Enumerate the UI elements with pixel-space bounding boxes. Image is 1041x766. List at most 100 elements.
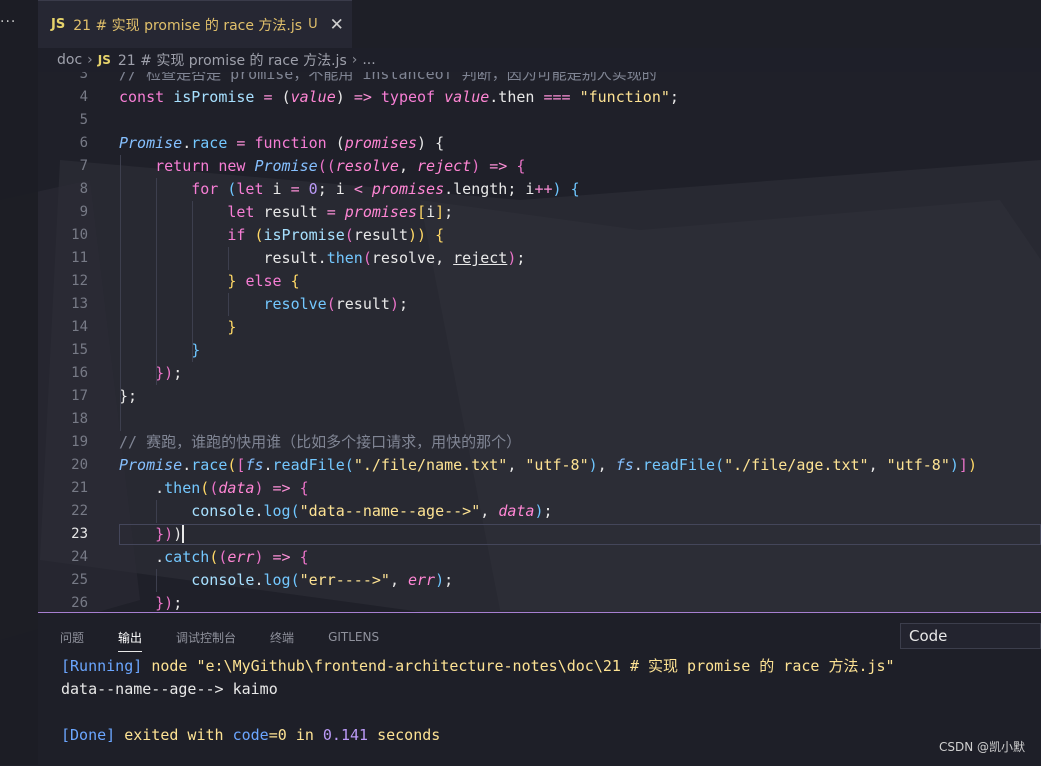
panel-tab[interactable]: GITLENS	[328, 630, 379, 644]
code-token: ,	[480, 502, 499, 520]
code-token: .	[254, 502, 264, 520]
code-line[interactable]: 11 result.then(resolve, reject);	[38, 247, 1041, 270]
code-text: for (let i = 0; i < promises.length; i++…	[119, 178, 580, 201]
code-line[interactable]: 24 .catch((err) => {	[38, 546, 1041, 569]
indent-guide	[228, 293, 230, 316]
code-token: let	[119, 203, 255, 221]
breadcrumb-symbols[interactable]: ...	[362, 52, 375, 68]
code-line[interactable]: 16 });	[38, 362, 1041, 385]
code-token: "utf-8"	[886, 456, 950, 474]
code-line[interactable]: 9 let result = promises[i];	[38, 201, 1041, 224]
done-tag: [Done]	[61, 726, 116, 744]
code-token: ;	[669, 88, 679, 106]
editor-tab-active[interactable]: JS 21 # 实现 promise 的 race 方法.js U ✕	[38, 0, 352, 48]
code-token: =	[290, 180, 300, 198]
code-line[interactable]: 21 .then((data) => {	[38, 477, 1041, 500]
code-token: ]	[958, 456, 968, 474]
code-token: i	[426, 203, 436, 221]
code-line[interactable]: 20 Promise.race([fs.readFile("./file/name…	[38, 454, 1041, 477]
running-tag: [Running]	[61, 657, 143, 675]
code-token: (	[209, 548, 219, 566]
panel-tab[interactable]: 调试控制台	[176, 629, 236, 646]
code-line[interactable]: 18	[38, 408, 1041, 431]
code-token: ;	[444, 571, 454, 589]
panel-tab[interactable]: 终端	[270, 629, 294, 646]
code-line[interactable]: 15 }	[38, 339, 1041, 362]
code-token: "./file/name.txt"	[353, 456, 508, 474]
code-text: Promise.race([fs.readFile("./file/name.t…	[119, 454, 977, 477]
code-line[interactable]: 25 console.log("err---->", err);	[38, 569, 1041, 592]
breadcrumb-folder[interactable]: doc	[57, 52, 82, 68]
code-token: data	[218, 479, 255, 497]
close-icon[interactable]: ✕	[330, 15, 344, 35]
line-number: 10	[71, 227, 88, 243]
panel-tab[interactable]: 输出	[118, 629, 143, 652]
code-token: ; i	[317, 180, 354, 198]
code-token: (	[344, 456, 354, 474]
code-token: {	[516, 157, 526, 175]
code-token: ;	[173, 594, 183, 612]
code-token: (	[344, 226, 354, 244]
chevron-right-icon: ›	[351, 52, 358, 68]
more-actions-icon[interactable]: ...	[0, 10, 16, 26]
code-text: };	[119, 385, 137, 408]
code-line[interactable]: 10 if (isPromise(result)) {	[38, 224, 1041, 247]
code-text: .then((data) => {	[119, 477, 309, 500]
chevron-right-icon: ›	[87, 52, 93, 68]
code-line[interactable]: 26 });	[38, 592, 1041, 612]
indent-guide	[156, 569, 158, 592]
code-line[interactable]: 14 }	[38, 316, 1041, 339]
exit-code-key: code	[232, 726, 269, 744]
code-token: .	[182, 456, 192, 474]
code-text: // 赛跑，谁跑的快用谁（比如多个接口请求，用快的那个）	[119, 431, 521, 454]
code-token: {	[570, 180, 580, 198]
code-line[interactable]: 7 return new Promise((resolve, reject) =…	[38, 155, 1041, 178]
panel-tab[interactable]: 问题	[60, 629, 84, 646]
code-token: ))	[408, 226, 427, 244]
code-token: )	[335, 88, 345, 106]
code-token: )	[254, 479, 264, 497]
indent-guide	[156, 500, 158, 523]
code-line[interactable]: 12 } else {	[38, 270, 1041, 293]
code-token: "function"	[579, 88, 670, 106]
code-line[interactable]: 19 // 赛跑，谁跑的快用谁（比如多个接口请求，用快的那个）	[38, 431, 1041, 454]
code-line[interactable]: 8 for (let i = 0; i < promises.length; i…	[38, 178, 1041, 201]
code-token: result.	[119, 249, 327, 267]
code-line[interactable]: 22 console.log("data--name--age-->", dat…	[38, 500, 1041, 523]
line-number: 26	[71, 595, 88, 611]
code-line[interactable]: 4 const isPromise = (value) => typeof val…	[38, 86, 1041, 109]
code-token: ,	[868, 456, 887, 474]
code-text: } else {	[119, 270, 299, 293]
code-text: if (isPromise(result)) {	[119, 224, 444, 247]
code-token: promises	[371, 180, 445, 198]
code-token: resolve,	[371, 249, 454, 267]
code-line[interactable]: 5	[38, 109, 1041, 132]
code-token: for	[119, 180, 219, 198]
line-number: 19	[71, 434, 88, 450]
breadcrumb-file[interactable]: 21 # 实现 promise 的 race 方法.js	[118, 50, 347, 70]
code-line[interactable]: 3 // 检查是否是 promise，不能用 instanceof 判断，因为可能…	[38, 72, 1041, 86]
line-number: 14	[71, 319, 88, 335]
code-token: ]	[435, 203, 445, 221]
code-line[interactable]: 17};	[38, 385, 1041, 408]
line-number: 11	[71, 250, 88, 266]
code-token: ,	[507, 456, 526, 474]
code-editor[interactable]: 3 // 检查是否是 promise，不能用 instanceof 判断，因为可能…	[38, 72, 1041, 612]
code-token: {	[435, 134, 445, 152]
output-line-result: data--name--age--> kaimo	[61, 680, 278, 698]
output-channel-select[interactable]: Code	[900, 623, 1041, 649]
code-token: =>	[272, 479, 291, 497]
code-token: )	[471, 157, 481, 175]
code-token: =>	[353, 88, 372, 106]
code-line[interactable]: 6 Promise.race = function (promises) {	[38, 132, 1041, 155]
code-token: fs	[615, 456, 634, 474]
code-token: [	[417, 203, 427, 221]
code-token: .	[119, 548, 165, 566]
code-line[interactable]: 13 resolve(result);	[38, 293, 1041, 316]
code-line[interactable]: 23 }))	[38, 523, 1041, 546]
